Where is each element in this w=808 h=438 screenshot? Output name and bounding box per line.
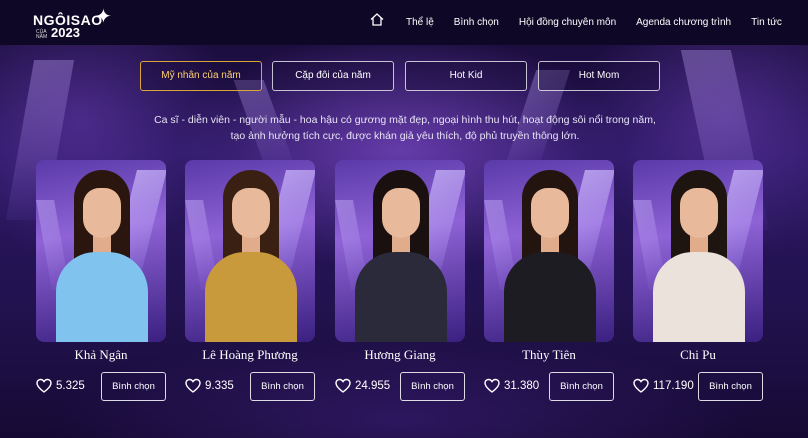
- tab-beauty-of-year[interactable]: Mỹ nhân của năm: [140, 61, 262, 91]
- vote-count: 24.955: [355, 380, 391, 392]
- candidate-name: Hương Giang: [364, 347, 436, 362]
- candidate-name: Khả Ngân: [74, 347, 128, 362]
- tab-hot-mom[interactable]: Hot Mom: [538, 61, 660, 91]
- nav-item-rules[interactable]: Thể lệ: [406, 17, 434, 28]
- vote-count: 9.335: [205, 380, 234, 392]
- vote-count: 5.325: [56, 380, 85, 392]
- home-icon[interactable]: [370, 13, 384, 26]
- site-logo[interactable]: NGÔISAO CỦA NĂM 2023 ✦: [33, 6, 113, 42]
- vote-button[interactable]: Bình chọn: [549, 372, 614, 401]
- candidate-photo[interactable]: [484, 160, 614, 342]
- vote-count: 117.190: [653, 380, 694, 392]
- heart-icon[interactable]: [633, 378, 649, 394]
- candidate-name: Chi Pu: [680, 347, 716, 362]
- nav-item-agenda[interactable]: Agenda chương trình: [636, 17, 731, 28]
- candidate-photo[interactable]: [185, 160, 315, 342]
- vote-count: 31.380: [504, 380, 540, 392]
- tab-couple-of-year[interactable]: Cặp đôi của năm: [272, 61, 394, 91]
- nav-item-news[interactable]: Tin tức: [751, 17, 782, 28]
- logo-year: 2023: [51, 25, 80, 40]
- category-description: Ca sĩ - diễn viên - người mẫu - hoa hậu …: [154, 114, 656, 142]
- vote-button[interactable]: Bình chọn: [250, 372, 315, 401]
- candidate-photo[interactable]: [335, 160, 465, 342]
- heart-icon[interactable]: [185, 378, 201, 394]
- heart-icon[interactable]: [484, 378, 500, 394]
- nav-item-jury[interactable]: Hội đồng chuyên môn: [519, 17, 616, 28]
- vote-button[interactable]: Bình chọn: [698, 372, 763, 401]
- vote-button[interactable]: Bình chọn: [400, 372, 465, 401]
- candidate-name: Lê Hoàng Phương: [202, 347, 298, 362]
- candidate-photo[interactable]: [36, 160, 166, 342]
- heart-icon[interactable]: [335, 378, 351, 394]
- vote-button[interactable]: Bình chọn: [101, 372, 166, 401]
- nav-item-vote[interactable]: Bình chọn: [454, 17, 499, 28]
- top-navigation-bar: NGÔISAO CỦA NĂM 2023 ✦ Thể lệ Bình chọn …: [0, 0, 808, 45]
- star-icon: ✦: [95, 6, 112, 28]
- candidate-photo[interactable]: [633, 160, 763, 342]
- heart-icon[interactable]: [36, 378, 52, 394]
- logo-subtext: CỦA NĂM: [36, 29, 48, 40]
- candidate-name: Thùy Tiên: [522, 347, 576, 362]
- tab-hot-kid[interactable]: Hot Kid: [405, 61, 527, 91]
- main-nav: Thể lệ Bình chọn Hội đồng chuyên môn Age…: [370, 0, 802, 45]
